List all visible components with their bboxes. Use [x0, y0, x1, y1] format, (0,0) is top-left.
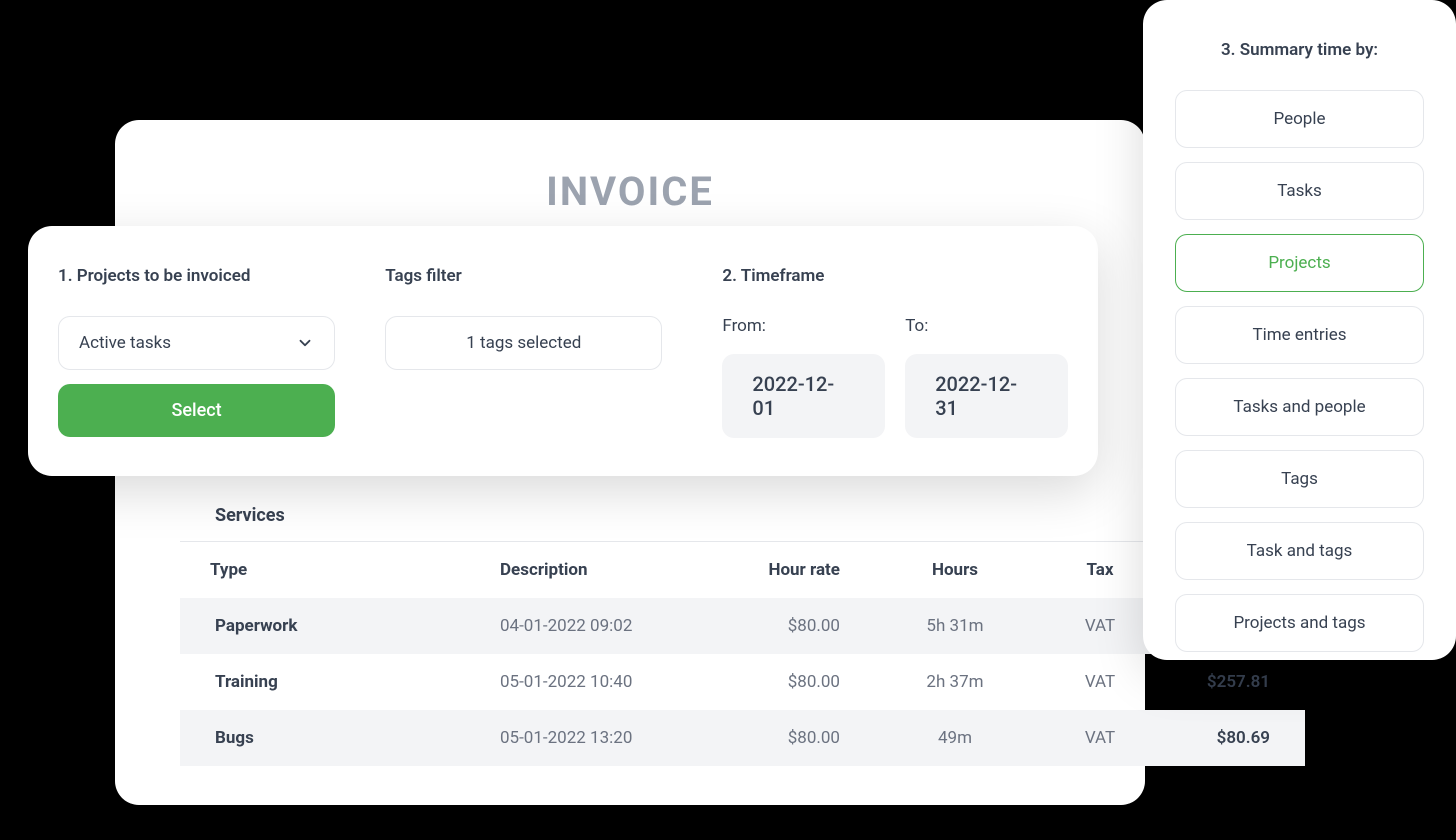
projects-label: 1. Projects to be invoiced — [58, 266, 335, 286]
col-type-header: Type — [180, 542, 500, 599]
col-rate-header: Hour rate — [750, 542, 870, 599]
table-header-row: Type Description Hour rate Hours Tax — [180, 542, 1305, 599]
cell-description: 05-01-2022 10:40 — [500, 654, 750, 710]
cell-rate: $80.00 — [750, 598, 870, 654]
summary-option-people[interactable]: People — [1175, 90, 1424, 148]
cell-rate: $80.00 — [750, 710, 870, 766]
summary-option-projects-and-tags[interactable]: Projects and tags — [1175, 594, 1424, 652]
timeframe-to: To: 2022-12-31 — [905, 316, 1068, 438]
cell-tax: VAT — [1040, 710, 1160, 766]
col-description-header: Description — [500, 542, 750, 599]
cell-total: $80.69 — [1160, 710, 1305, 766]
summary-option-time-entries[interactable]: Time entries — [1175, 306, 1424, 364]
to-label: To: — [905, 316, 1068, 336]
services-heading: Services — [180, 490, 1305, 541]
to-date-input[interactable]: 2022-12-31 — [905, 354, 1068, 438]
tags-label: Tags filter — [385, 266, 662, 286]
table-row: Paperwork 04-01-2022 09:02 $80.00 5h 31m… — [180, 598, 1305, 654]
table-row: Training 05-01-2022 10:40 $80.00 2h 37m … — [180, 654, 1305, 710]
cell-rate: $80.00 — [750, 654, 870, 710]
table-row: Bugs 05-01-2022 13:20 $80.00 49m VAT $80… — [180, 710, 1305, 766]
summary-option-tasks[interactable]: Tasks — [1175, 162, 1424, 220]
summary-option-projects[interactable]: Projects — [1175, 234, 1424, 292]
cell-type: Training — [180, 654, 500, 710]
page-title: INVOICE — [115, 168, 1145, 215]
filter-section-projects: 1. Projects to be invoiced Active tasks … — [58, 266, 335, 438]
cell-type: Paperwork — [180, 598, 500, 654]
col-tax-header: Tax — [1040, 542, 1160, 599]
filter-section-tags: Tags filter 1 tags selected — [385, 266, 662, 438]
from-label: From: — [722, 316, 885, 336]
summary-card: 3. Summary time by: People Tasks Project… — [1143, 0, 1456, 660]
summary-option-task-and-tags[interactable]: Task and tags — [1175, 522, 1424, 580]
select-button[interactable]: Select — [58, 384, 335, 437]
cell-total: $257.81 — [1160, 654, 1305, 710]
col-hours-header: Hours — [870, 542, 1040, 599]
timeframe-label: 2. Timeframe — [722, 266, 1068, 286]
cell-hours: 49m — [870, 710, 1040, 766]
cell-type: Bugs — [180, 710, 500, 766]
filter-section-timeframe: 2. Timeframe From: 2022-12-01 To: 2022-1… — [722, 266, 1068, 438]
summary-option-tags[interactable]: Tags — [1175, 450, 1424, 508]
summary-option-tasks-and-people[interactable]: Tasks and people — [1175, 378, 1424, 436]
cell-description: 04-01-2022 09:02 — [500, 598, 750, 654]
cell-description: 05-01-2022 13:20 — [500, 710, 750, 766]
projects-dropdown[interactable]: Active tasks — [58, 316, 335, 370]
cell-hours: 2h 37m — [870, 654, 1040, 710]
from-date-input[interactable]: 2022-12-01 — [722, 354, 885, 438]
services-section: Services Type Description Hour rate Hour… — [180, 490, 1305, 766]
timeframe-from: From: 2022-12-01 — [722, 316, 885, 438]
cell-tax: VAT — [1040, 654, 1160, 710]
filter-card: 1. Projects to be invoiced Active tasks … — [28, 226, 1098, 476]
dropdown-value: Active tasks — [79, 333, 171, 353]
tags-filter-box[interactable]: 1 tags selected — [385, 316, 662, 370]
services-table: Type Description Hour rate Hours Tax Pap… — [180, 541, 1305, 766]
cell-hours: 5h 31m — [870, 598, 1040, 654]
summary-title: 3. Summary time by: — [1175, 40, 1424, 60]
cell-tax: VAT — [1040, 598, 1160, 654]
chevron-down-icon — [296, 334, 314, 352]
